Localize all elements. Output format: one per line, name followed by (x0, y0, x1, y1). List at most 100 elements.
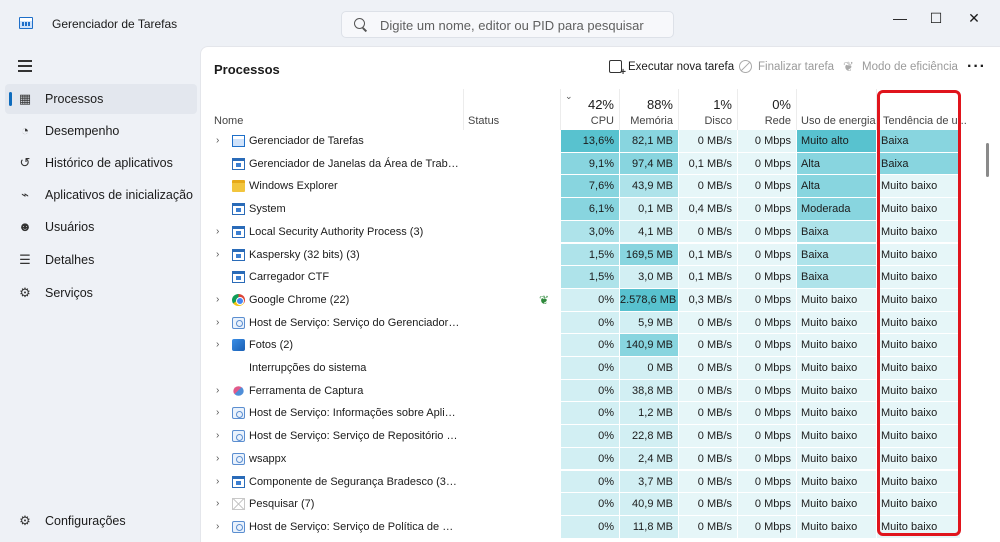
energy-trend-cell: Muito baixo (877, 198, 961, 221)
close-button[interactable]: ✕ (960, 10, 988, 26)
window-app-icon (232, 203, 245, 216)
process-name: Kaspersky (32 bits) (3) (249, 248, 360, 261)
minimize-button[interactable]: — (886, 10, 914, 26)
expand-chevron-icon[interactable]: › (216, 244, 219, 267)
hamburger-menu-icon[interactable] (18, 60, 32, 72)
cpu-cell: 7,6% (561, 175, 620, 199)
expand-chevron-icon[interactable]: › (216, 221, 219, 244)
network-cell: 0 Mbps (738, 402, 797, 426)
vertical-scrollbar[interactable] (986, 143, 989, 177)
column-header-name[interactable]: Nome (201, 89, 464, 130)
expand-chevron-icon[interactable]: › (216, 334, 219, 357)
table-row[interactable]: Carregador CTF 1,5% 3,0 MB 0,1 MB/s 0 Mbps Ba… (201, 266, 1000, 289)
table-row[interactable]: › Pesquisar (7) 0% 40,9 MB 0 MB/s 0 Mbps Muito… (201, 493, 1000, 516)
expand-chevron-icon[interactable]: › (216, 493, 219, 516)
network-cell: 0 Mbps (738, 220, 797, 244)
network-cell: 0 Mbps (738, 175, 797, 199)
table-row[interactable]: › Kaspersky (32 bits) (3) 1,5% 169,5 MB 0,1 … (201, 243, 1000, 267)
end-task-button[interactable]: Finalizar tarefa (739, 60, 834, 73)
table-row[interactable]: System 6,1% 0,1 MB 0,4 MB/s 0 Mbps Moderada Mu… (201, 198, 1000, 221)
table-row[interactable]: › Host de Serviço: Serviço do Gerenciador… (201, 311, 1000, 335)
processes-icon: ▦ (18, 91, 32, 106)
expand-chevron-icon[interactable]: › (216, 471, 219, 494)
expand-chevron-icon[interactable]: › (216, 312, 219, 335)
table-row[interactable]: › Componente de Segurança Bradesco (32 bi… (201, 470, 1000, 494)
service-gear-icon (232, 407, 245, 420)
cpu-cell: 1,5% (561, 266, 620, 289)
cpu-cell: 3,0% (561, 220, 620, 244)
energy-usage-cell: Muito baixo (797, 379, 877, 403)
table-row[interactable]: Gerenciador de Janelas da Área de Trabal… (201, 152, 1000, 176)
network-cell: 0 Mbps (738, 311, 797, 335)
cpu-cell: 0% (561, 379, 620, 403)
expand-chevron-icon[interactable]: › (216, 289, 219, 312)
more-options-button[interactable]: ··· (967, 58, 986, 76)
column-header-energy-trend[interactable]: Tendência de u... (877, 89, 967, 130)
column-header-network[interactable]: 0% Rede (738, 89, 797, 130)
chrome-icon (232, 293, 245, 306)
expand-chevron-icon[interactable]: › (216, 448, 219, 471)
sidebar-item-performance[interactable]: ◔ Desempenho (0, 116, 198, 146)
efficiency-mode-button[interactable]: ❦ Modo de eficiência (843, 60, 958, 73)
energy-trend-cell: Muito baixo (877, 311, 961, 335)
sidebar-item-label: Serviços (45, 286, 93, 300)
run-new-task-button[interactable]: Executar nova tarefa (609, 60, 734, 78)
sidebar-item-label: Configurações (45, 514, 126, 528)
table-row[interactable]: › Ferramenta de Captura 0% 38,8 MB 0 MB/s 0 M… (201, 379, 1000, 403)
sidebar-item-services[interactable]: ⚙ Serviços (0, 278, 198, 308)
energy-usage-cell: Muito baixo (797, 493, 877, 516)
disk-cell: 0,4 MB/s (679, 198, 738, 221)
memory-cell: 2.578,6 MB (620, 288, 679, 312)
window-app-icon (232, 225, 245, 238)
energy-usage-cell: Muito baixo (797, 311, 877, 335)
sidebar-item-details[interactable]: ☰ Detalhes (0, 245, 198, 275)
table-row[interactable]: Interrupções do sistema 0% 0 MB 0 MB/s 0 Mbp… (201, 357, 1000, 380)
memory-cell: 5,9 MB (620, 311, 679, 335)
expand-chevron-icon[interactable]: › (216, 516, 219, 539)
expand-chevron-icon[interactable]: › (216, 380, 219, 403)
end-task-label: Finalizar tarefa (758, 60, 835, 73)
disk-cell: 0,3 MB/s (679, 288, 738, 312)
energy-trend-cell: Muito baixo (877, 357, 961, 380)
network-cell: 0 Mbps (738, 379, 797, 403)
column-header-energy-usage[interactable]: Uso de energia (797, 89, 877, 130)
table-row[interactable]: › Local Security Authority Process (3) 3,0… (201, 220, 1000, 244)
sidebar-item-users[interactable]: ☻ Usuários (0, 212, 198, 242)
network-cell: 0 Mbps (738, 493, 797, 516)
table-row[interactable]: › Fotos (2) 0% 140,9 MB 0 MB/s 0 Mbps Muito ba… (201, 334, 1000, 357)
table-row[interactable]: › Host de Serviço: Serviço de Repositório… (201, 425, 1000, 448)
disk-cell: 0 MB/s (679, 402, 738, 426)
expand-chevron-icon[interactable]: › (216, 130, 219, 153)
table-row[interactable]: › Host de Serviço: Informações sobre Apli… (201, 402, 1000, 426)
cpu-cell: 0% (561, 425, 620, 448)
column-header-status[interactable]: Status (464, 89, 561, 130)
table-row[interactable]: › Google Chrome (22) ❦ 0% 2.578,6 MB 0,3 MB/s… (201, 288, 1000, 312)
sidebar-item-startup[interactable]: ⌁ Aplicativos de inicialização (0, 180, 198, 210)
table-row[interactable]: Windows Explorer 7,6% 43,9 MB 0 MB/s 0 Mbps A… (201, 175, 1000, 199)
energy-usage-cell: Muito baixo (797, 288, 877, 312)
memory-cell: 140,9 MB (620, 334, 679, 357)
memory-cell: 3,0 MB (620, 266, 679, 289)
column-header-memory[interactable]: 88% Memória (620, 89, 679, 130)
column-header-cpu[interactable]: ⌄ 42% CPU (561, 89, 620, 130)
network-cell: 0 Mbps (738, 357, 797, 380)
energy-usage-cell: Muito baixo (797, 447, 877, 471)
table-row[interactable]: › Gerenciador de Tarefas 13,6% 82,1 MB 0 MB/… (201, 130, 1000, 153)
sidebar-item-history[interactable]: ↺ Histórico de aplicativos (0, 148, 198, 178)
column-header-disk[interactable]: 1% Disco (679, 89, 738, 130)
memory-cell: 97,4 MB (620, 152, 679, 176)
maximize-button[interactable]: ☐ (922, 10, 950, 26)
sidebar-item-processes[interactable]: ▦ Processos (5, 84, 197, 114)
expand-chevron-icon[interactable]: › (216, 402, 219, 425)
process-name: Carregador CTF (249, 271, 330, 284)
search-input[interactable]: Digite um nome, editor ou PID para pesqu… (341, 11, 674, 38)
energy-usage-cell: Muito alto (797, 130, 877, 153)
process-name: Host de Serviço: Serviço de Política de … (249, 520, 461, 533)
table-row[interactable]: › wsappx 0% 2,4 MB 0 MB/s 0 Mbps Muito baixo Mu… (201, 447, 1000, 471)
sidebar-item-settings[interactable]: ⚙ Configurações (0, 506, 198, 536)
table-row[interactable]: › Host de Serviço: Serviço de Política de… (201, 515, 1000, 539)
disk-cell: 0 MB/s (679, 515, 738, 539)
expand-chevron-icon[interactable]: › (216, 425, 219, 448)
energy-trend-cell: Muito baixo (877, 243, 961, 267)
sidebar-item-label: Aplicativos de inicialização (45, 188, 193, 202)
